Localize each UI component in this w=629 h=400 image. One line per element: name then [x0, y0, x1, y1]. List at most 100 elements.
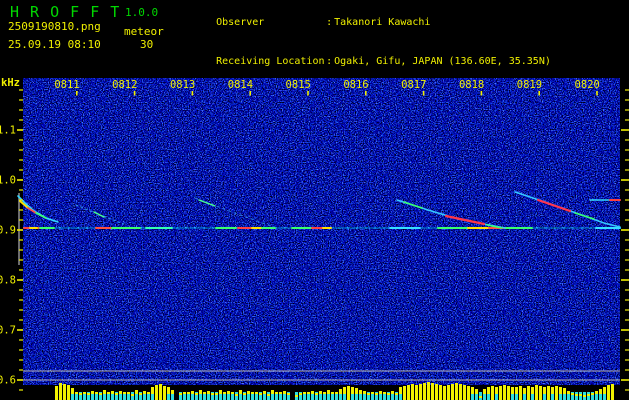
signal-bar — [487, 387, 490, 394]
time-tick — [307, 91, 309, 96]
time-tick — [538, 91, 540, 96]
freq-unit-label: kHz — [1, 77, 20, 89]
signal-bar — [283, 391, 286, 394]
signal-bar — [267, 394, 270, 396]
signal-bar — [239, 390, 242, 394]
signal-bar — [235, 394, 238, 396]
signal-bar — [63, 384, 66, 400]
signal-bar — [591, 393, 594, 395]
signal-bar — [595, 391, 598, 394]
time-label: 0819 — [517, 79, 542, 91]
signal-bar — [187, 392, 190, 394]
signal-bar — [159, 384, 162, 400]
signal-bar — [327, 390, 330, 394]
signal-bar — [551, 387, 554, 394]
signal-bar — [587, 394, 590, 396]
signal-bar — [439, 385, 442, 400]
signal-bar — [383, 392, 386, 394]
signal-bar — [111, 391, 114, 394]
signal-bar — [511, 387, 514, 394]
signal-bar — [279, 392, 282, 394]
signal-bar — [135, 390, 138, 394]
signal-bar — [459, 384, 462, 400]
signal-bar — [575, 394, 578, 396]
signal-bar — [263, 391, 266, 394]
signal-bar — [471, 387, 474, 394]
signal-bar — [599, 389, 602, 394]
signal-bar — [167, 387, 170, 394]
time-tick — [133, 91, 136, 96]
signal-bar — [103, 390, 106, 394]
signal-bar — [431, 383, 434, 400]
time-label: 0811 — [54, 79, 79, 91]
freq-label: 1.1 — [0, 125, 16, 137]
signal-bar — [67, 385, 70, 400]
signal-bar — [563, 388, 566, 394]
noise-speckle — [23, 78, 620, 385]
time-tick — [191, 91, 194, 96]
freq-label: 0.8 — [0, 275, 16, 287]
signal-bar — [351, 387, 354, 394]
signal-bar — [539, 386, 542, 400]
signal-bar — [583, 395, 586, 397]
signal-bar — [203, 392, 206, 394]
hrofft-screenshot: H R O F F T 1.0.0 2509190810.png meteor … — [0, 0, 629, 400]
signal-bar — [375, 393, 378, 395]
signal-bar — [59, 383, 62, 400]
signal-bar — [139, 393, 142, 395]
signal-bar — [363, 391, 366, 394]
signal-bar — [75, 392, 78, 394]
signal-bar — [55, 386, 58, 400]
signal-bar — [215, 393, 218, 395]
signal-bar — [123, 392, 126, 394]
freq-label: 0.7 — [0, 325, 16, 337]
freq-label: 0.6 — [0, 375, 16, 387]
signal-bar — [555, 386, 558, 400]
signal-bar — [507, 386, 510, 400]
signal-bar — [247, 391, 250, 394]
signal-bar — [451, 384, 454, 400]
signal-bar — [79, 393, 82, 395]
time-tick — [249, 91, 251, 96]
signal-bar — [367, 393, 370, 395]
signal-bar — [559, 387, 562, 394]
signal-bar — [543, 387, 546, 394]
signal-bar — [435, 384, 438, 400]
signal-bar — [163, 386, 166, 400]
signal-bar — [179, 393, 182, 395]
signal-bar — [607, 385, 610, 400]
signal-bar — [299, 393, 302, 395]
signal-bar — [295, 395, 298, 397]
signal-bar — [223, 392, 226, 394]
time-label: 0817 — [401, 79, 426, 91]
signal-bar — [447, 385, 450, 400]
signal-bar — [391, 391, 394, 394]
signal-bar — [359, 390, 362, 394]
signal-bar — [467, 386, 470, 400]
signal-bar — [427, 382, 430, 400]
signal-bar — [91, 391, 94, 394]
signal-bar — [307, 392, 310, 394]
signal-bar — [387, 393, 390, 395]
signal-bar — [195, 393, 198, 395]
signal-bar — [99, 393, 102, 395]
time-label: 0816 — [343, 79, 368, 91]
signal-bar — [495, 387, 498, 394]
time-tick — [480, 91, 483, 96]
signal-bar — [455, 383, 458, 400]
time-label: 0818 — [459, 79, 484, 91]
time-label: 0812 — [112, 79, 137, 91]
signal-bar — [339, 389, 342, 394]
signal-bar — [271, 390, 274, 394]
signal-bar — [87, 393, 90, 395]
signal-bar — [119, 391, 122, 394]
signal-bar — [475, 389, 478, 394]
signal-bar — [255, 392, 258, 394]
signal-bar — [323, 392, 326, 394]
signal-bar — [419, 384, 422, 400]
signal-bar — [335, 392, 338, 394]
signal-bar — [155, 385, 158, 400]
signal-bar — [355, 388, 358, 394]
time-tick — [596, 91, 598, 96]
signal-bar — [535, 385, 538, 400]
